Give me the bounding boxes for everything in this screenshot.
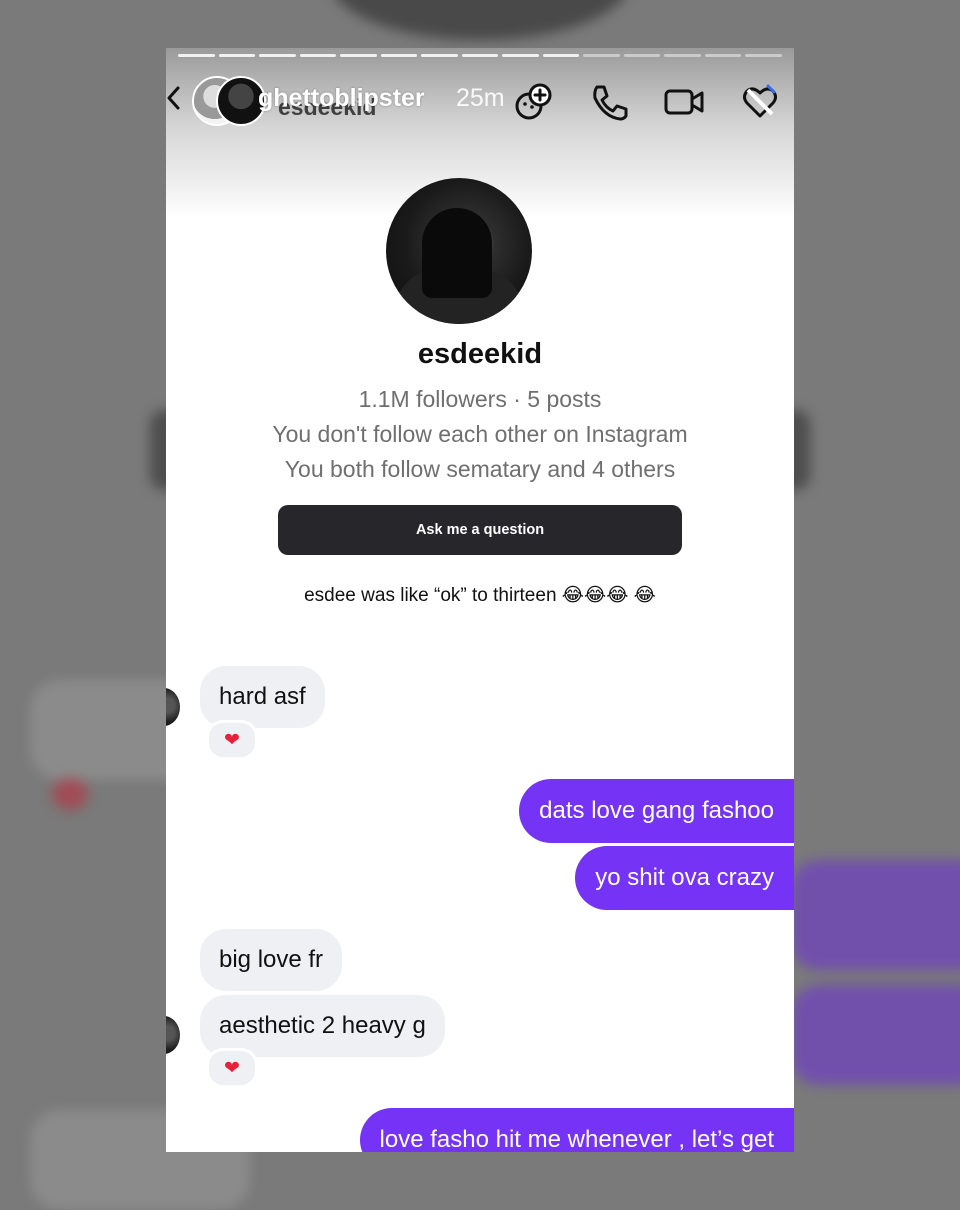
profile-stats: 1.1M followers · 5 posts bbox=[358, 386, 602, 412]
heart-reaction-icon[interactable]: ❤ bbox=[206, 720, 258, 760]
progress-segment bbox=[542, 54, 580, 57]
message-incoming[interactable]: big love fr bbox=[200, 929, 343, 991]
message-incoming[interactable]: hard asf bbox=[200, 666, 325, 728]
story-avatars[interactable] bbox=[192, 74, 266, 126]
story-screenshot: esdeekid ghettoblipster 25m esdeekid 1.1… bbox=[166, 48, 794, 1152]
message-outgoing[interactable]: love fasho hit me whenever , let’s get bbox=[359, 1108, 794, 1152]
progress-segment bbox=[218, 54, 256, 57]
progress-segment bbox=[502, 54, 539, 57]
progress-segment bbox=[340, 54, 377, 57]
progress-segment bbox=[704, 54, 742, 57]
bg-purple-bubble-1 bbox=[790, 860, 960, 970]
progress-segment bbox=[421, 54, 458, 57]
progress-segment bbox=[259, 54, 296, 57]
ask-question-button[interactable]: Ask me a question bbox=[278, 505, 682, 555]
progress-segment bbox=[461, 54, 499, 57]
progress-segment bbox=[664, 54, 701, 57]
message-outgoing[interactable]: dats love gang fashoo bbox=[519, 779, 794, 843]
mutual-followers: You both follow sematary and 4 others bbox=[284, 456, 676, 482]
progress-segment bbox=[583, 54, 620, 57]
profile-name: esdeekid bbox=[417, 338, 543, 370]
story-username[interactable]: ghettoblipster bbox=[258, 84, 425, 113]
sender-avatar bbox=[166, 688, 180, 726]
story-caption: esdee was like “ok” to thirteen 😂😂😂 😂 bbox=[304, 585, 656, 606]
avatar-figure bbox=[422, 208, 492, 298]
video-icon[interactable] bbox=[662, 80, 706, 124]
back-chevron-icon[interactable] bbox=[166, 86, 180, 110]
profile-avatar[interactable] bbox=[386, 178, 532, 324]
bg-heart bbox=[52, 778, 88, 810]
message-outgoing[interactable]: yo shit ova crazy bbox=[575, 846, 794, 910]
progress-segment bbox=[623, 54, 661, 57]
add-reaction-icon[interactable] bbox=[512, 80, 556, 124]
story-header: esdeekid ghettoblipster 25m bbox=[166, 72, 794, 126]
follow-status: You don't follow each other on Instagram bbox=[272, 421, 688, 447]
heart-reaction-icon[interactable]: ❤ bbox=[206, 1048, 258, 1088]
story-progress-bar bbox=[178, 54, 782, 57]
story-time: 25m bbox=[456, 84, 505, 112]
progress-segment bbox=[178, 54, 215, 57]
progress-segment bbox=[745, 54, 782, 57]
bg-dark-circle bbox=[330, 0, 630, 40]
bg-purple-bubble-2 bbox=[790, 985, 960, 1085]
progress-segment bbox=[299, 54, 337, 57]
sender-avatar bbox=[166, 1016, 180, 1054]
phone-icon[interactable] bbox=[586, 80, 630, 124]
heart-icon[interactable] bbox=[738, 80, 782, 124]
progress-segment bbox=[380, 54, 418, 57]
